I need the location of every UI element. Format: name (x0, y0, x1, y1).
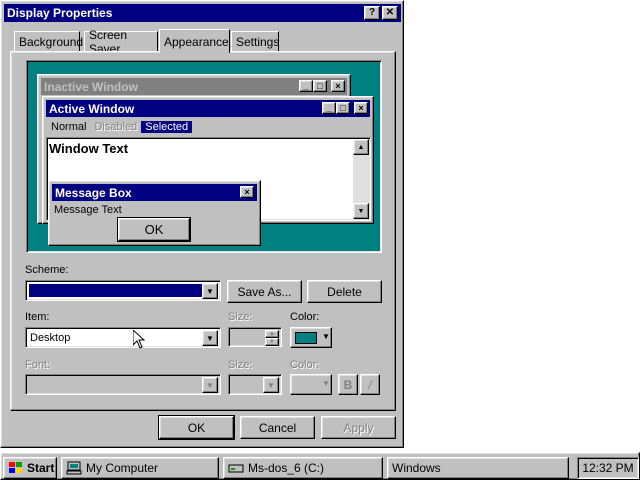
close-icon: ✕ (385, 7, 395, 18)
taskbar-item-label: Windows (392, 461, 441, 475)
preview-active-minimize-icon: _ (322, 102, 336, 114)
scheme-dropdown[interactable]: ▼ (25, 280, 221, 301)
cancel-button[interactable]: Cancel (240, 416, 315, 439)
cancel-label: Cancel (258, 420, 297, 435)
preview-active-title: Active Window (49, 102, 135, 116)
item-size-stepper[interactable]: ▲ ▼ (228, 327, 282, 347)
tab-screen-saver[interactable]: Screen Saver (84, 28, 158, 56)
preview-window-text: Window Text (49, 141, 129, 156)
save-as-button[interactable]: Save As... (227, 280, 302, 303)
item-size-label: Size: (228, 311, 253, 323)
computer-icon (66, 461, 82, 475)
taskbar-item-label: My Computer (86, 461, 159, 475)
delete-button[interactable]: Delete (307, 280, 382, 303)
close-button[interactable]: ✕ (382, 6, 398, 20)
tab-background-label: Background (19, 34, 84, 49)
item-selected-value: Desktop (30, 332, 71, 344)
preview-msgbox-close-icon: × (240, 186, 254, 198)
scheme-chevron-down-icon[interactable]: ▼ (202, 283, 218, 299)
taskbar-clock[interactable]: 12:32 PM (577, 457, 639, 479)
taskbar-item-label: Ms-dos_6 (C:) (248, 461, 325, 475)
display-properties-dialog: Display Properties ? ✕ Background Screen… (0, 0, 404, 448)
preview-scroll-up-icon: ▲ (353, 139, 369, 155)
preview-inactive-title: Inactive Window (44, 80, 138, 94)
color-chevron-down-icon: ▼ (322, 332, 330, 341)
preview-msgbox-ok-label: OK (144, 222, 164, 237)
windows-logo-icon (9, 462, 22, 473)
dialog-titlebar[interactable]: Display Properties ? ✕ (4, 4, 401, 22)
italic-icon: / (368, 377, 372, 392)
start-button[interactable]: Start (3, 457, 57, 479)
item-chevron-down-icon[interactable]: ▼ (202, 330, 218, 346)
scheme-selected-value (29, 284, 202, 297)
size-down-icon[interactable]: ▼ (265, 338, 279, 346)
font-chevron-down-icon[interactable]: ▼ (202, 377, 218, 393)
preview-msgbox-ok-button: OK (117, 217, 191, 242)
ok-button[interactable]: OK (158, 415, 235, 440)
taskbar-item-windows[interactable]: Windows (387, 457, 569, 479)
preview-message-box: Message Box × Message Text OK (48, 180, 261, 246)
font-size-dropdown[interactable]: ▼ (228, 374, 282, 395)
preview-inactive-close-icon: × (331, 80, 345, 92)
item-label: Item: (25, 311, 50, 323)
font-size-label: Size: (228, 359, 253, 371)
help-button[interactable]: ? (364, 6, 380, 20)
font-label: Font: (25, 359, 51, 371)
apply-button[interactable]: Apply (321, 416, 396, 439)
apply-label: Apply (343, 420, 374, 435)
preview-msgbox-title: Message Box (55, 186, 132, 200)
delete-label: Delete (327, 284, 362, 299)
ok-label: OK (187, 420, 206, 435)
preview-inactive-minimize-icon: _ (299, 80, 313, 92)
drive-icon (228, 464, 244, 473)
font-dropdown[interactable]: ▼ (25, 374, 221, 395)
preview-inactive-maximize-icon: □ (313, 80, 327, 92)
bold-button[interactable]: B (338, 374, 358, 395)
preview-menu-selected: Selected (141, 121, 193, 133)
tab-appearance[interactable]: Appearance (159, 29, 230, 53)
font-color-label: Color: (290, 359, 320, 371)
tab-appearance-label: Appearance (164, 34, 229, 49)
bold-icon: B (343, 377, 353, 392)
item-dropdown[interactable]: Desktop ▼ (25, 327, 221, 348)
font-color-chevron-down-icon: ▼ (322, 379, 330, 388)
font-size-chevron-down-icon[interactable]: ▼ (263, 377, 279, 393)
preview-active-maximize-icon: □ (336, 102, 350, 114)
item-color-label: Color: (290, 311, 320, 323)
item-color-swatch (295, 332, 317, 344)
size-up-icon[interactable]: ▲ (265, 330, 279, 338)
help-icon: ? (368, 7, 376, 18)
preview-active-caption: Active Window _ □ × (46, 100, 370, 117)
preview-active-close-icon: × (354, 102, 368, 114)
preview-scroll-down-icon: ▼ (353, 203, 369, 219)
item-color-button[interactable]: ▼ (290, 327, 332, 348)
scheme-label: Scheme: (25, 264, 69, 276)
clock-time: 12:32 PM (582, 461, 634, 475)
preview-msgbox-caption: Message Box × (52, 184, 257, 201)
preview-menu-disabled: Disabled (94, 121, 138, 133)
preview-inactive-caption: Inactive Window _ □ × (41, 78, 347, 95)
tab-settings[interactable]: Settings (231, 31, 279, 51)
start-label: Start (27, 461, 55, 475)
tab-background[interactable]: Background (14, 31, 84, 51)
font-color-button[interactable]: ▼ (290, 374, 332, 395)
taskbar-item-ms-dos-drive[interactable]: Ms-dos_6 (C:) (223, 457, 383, 479)
preview-menubar: Normal Disabled Selected (47, 119, 193, 135)
preview-scrollbar: ▲ ▼ (353, 139, 369, 219)
tab-settings-label: Settings (236, 34, 280, 49)
preview-msgbox-text: Message Text (54, 204, 122, 216)
preview-menu-normal: Normal (51, 121, 87, 133)
taskbar: Start My Computer Ms-dos_6 (C:) Windows … (0, 452, 640, 480)
dialog-title: Display Properties (7, 6, 113, 20)
save-as-label: Save As... (237, 284, 292, 299)
mouse-cursor-icon (133, 330, 145, 349)
italic-button[interactable]: / (360, 374, 380, 395)
appearance-preview[interactable]: Inactive Window _ □ × Active Window _ □ … (26, 60, 382, 253)
taskbar-item-my-computer[interactable]: My Computer (61, 457, 219, 479)
